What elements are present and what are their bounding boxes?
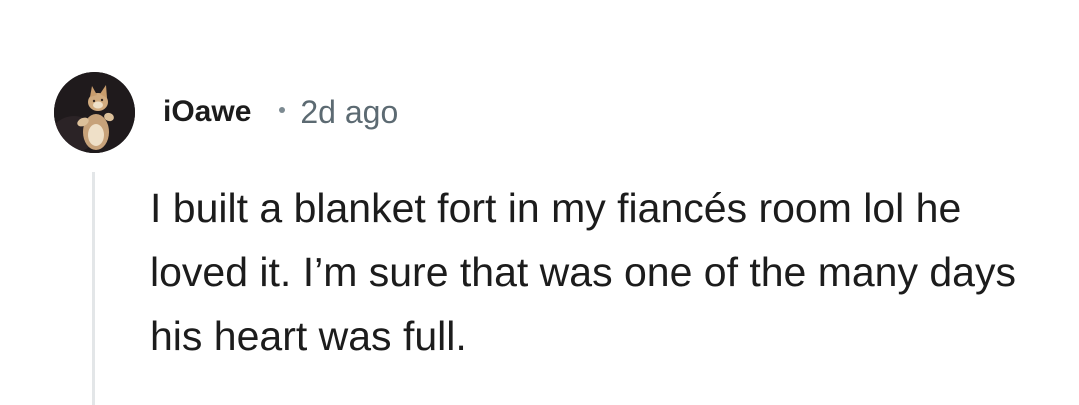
thread-line[interactable] <box>92 172 95 405</box>
avatar[interactable] <box>54 72 135 153</box>
comment-body: I built a blanket fort in my fiancés roo… <box>150 185 1016 359</box>
comment: iOawe 2d ago I built a blanket fort in m… <box>0 0 1079 405</box>
separator-dot <box>279 107 286 113</box>
cat-avatar-icon <box>54 72 135 153</box>
timestamp: 2d ago <box>300 93 399 130</box>
username[interactable]: iOawe <box>163 95 251 129</box>
comment-meta: iOawe 2d ago <box>163 92 398 132</box>
